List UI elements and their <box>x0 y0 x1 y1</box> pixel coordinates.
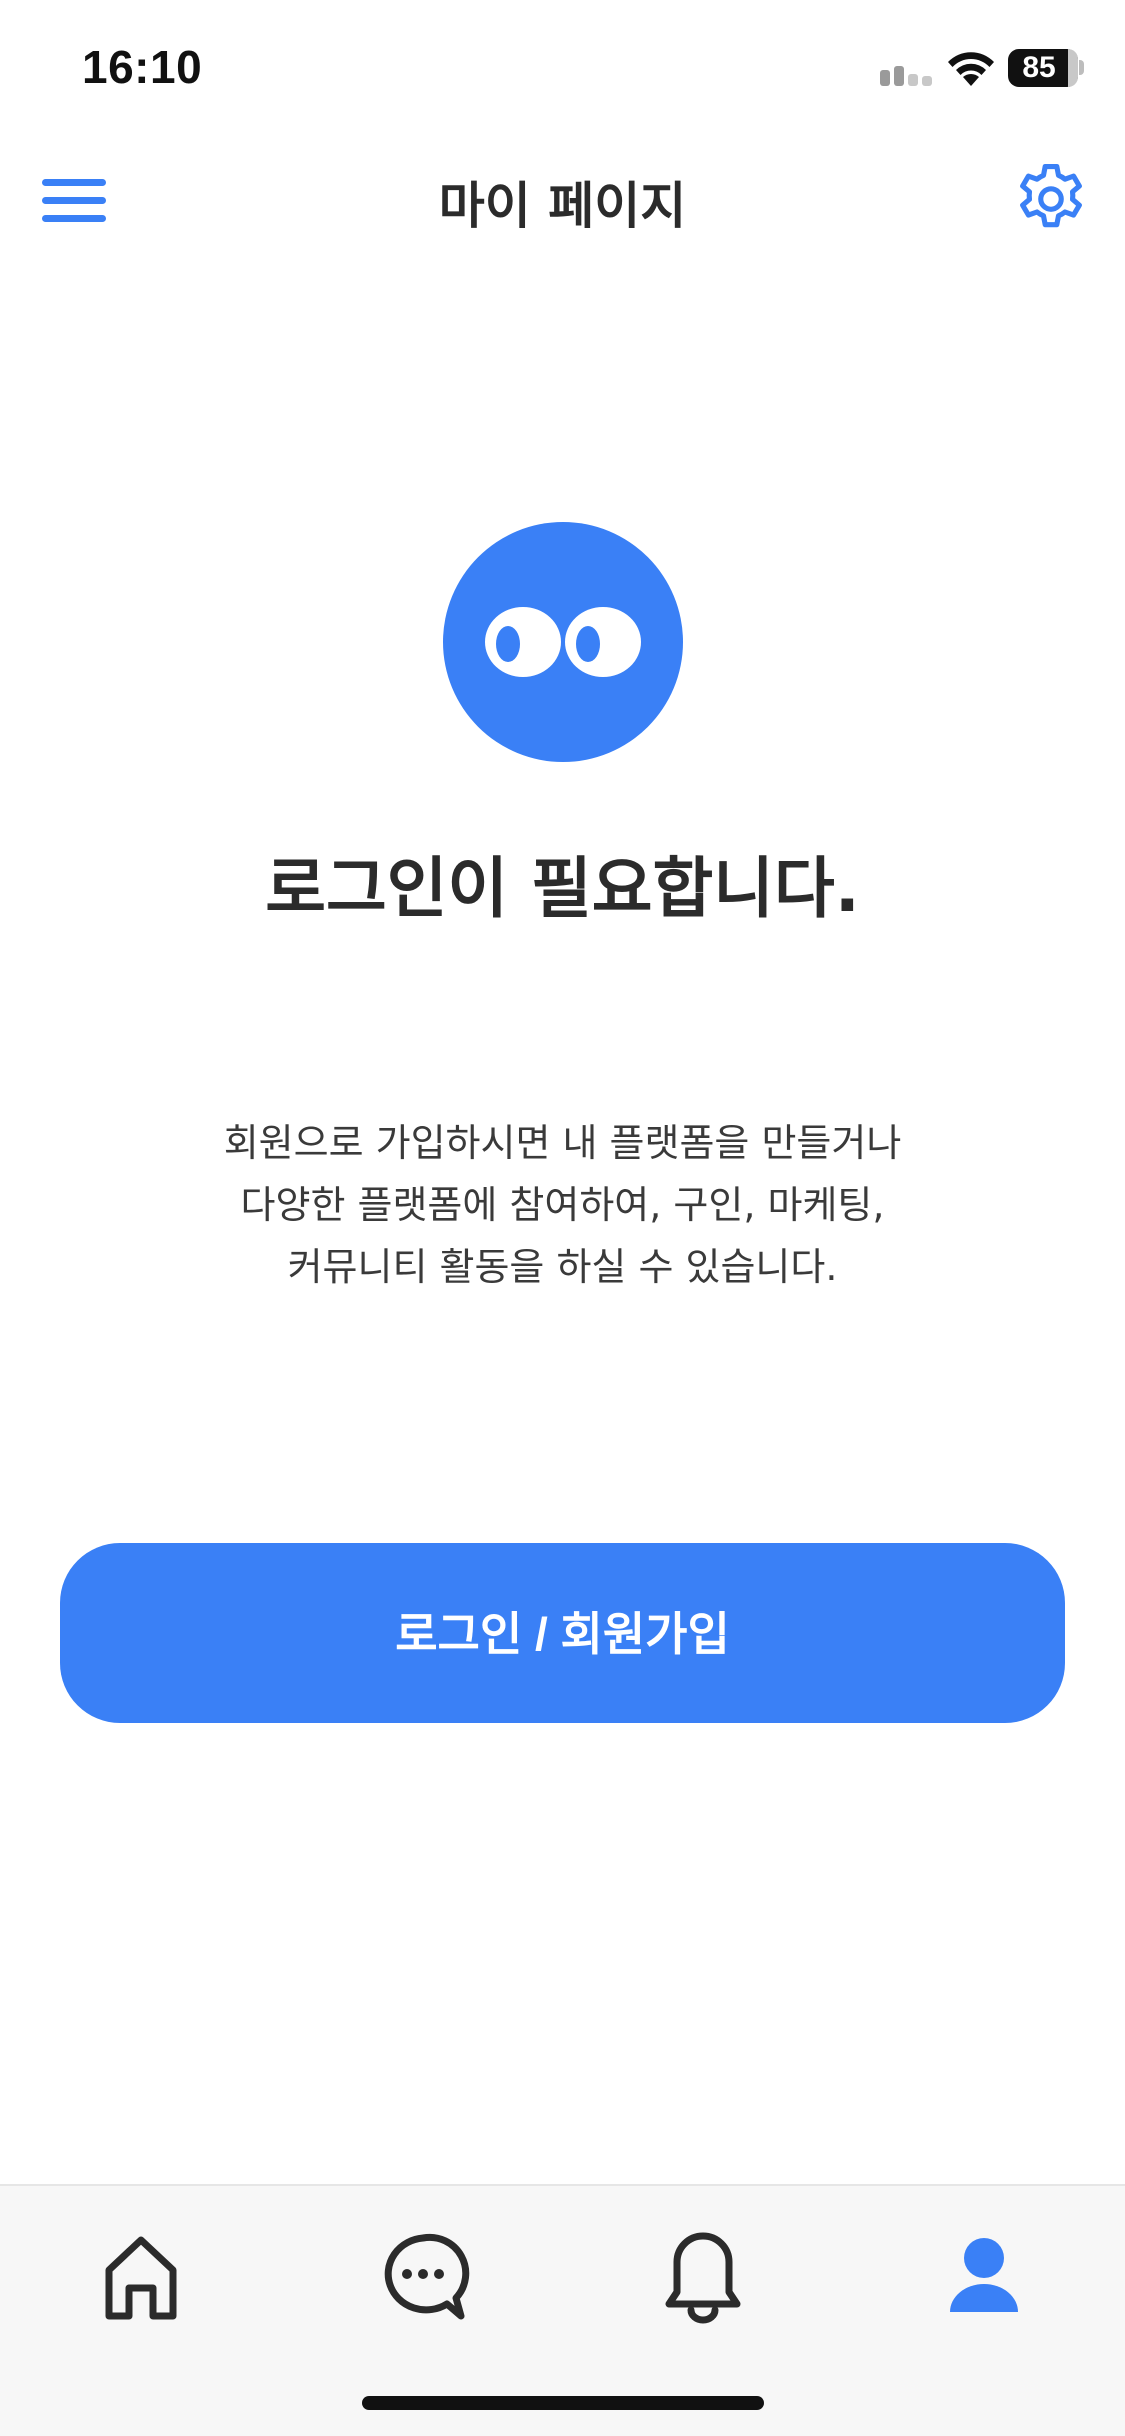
description: 회원으로 가입하시면 내 플랫폼을 만들거나 다양한 플랫폼에 참여하여, 구인… <box>60 1112 1065 1298</box>
bell-icon <box>665 2232 741 2324</box>
profile-icon <box>950 2238 1018 2312</box>
header: 마이 페이지 <box>0 140 1125 260</box>
description-line-3: 커뮤니티 활동을 하실 수 있습니다. <box>287 1245 838 1289</box>
tab-notifications[interactable] <box>643 2216 763 2336</box>
tab-home[interactable] <box>81 2216 201 2336</box>
tab-chat[interactable] <box>363 2216 483 2336</box>
home-icon <box>105 2236 177 2320</box>
wifi-icon <box>948 52 994 86</box>
cellular-signal-icon <box>880 66 932 86</box>
battery-level: 85 <box>1022 51 1056 84</box>
battery-cap <box>1079 60 1084 75</box>
eyes-mascot-icon <box>443 522 683 762</box>
status-bar: 16:10 85 <box>0 0 1125 130</box>
status-time: 16:10 <box>82 41 203 93</box>
description-line-1: 회원으로 가입하시면 내 플랫폼을 만들거나 <box>223 1121 902 1165</box>
home-indicator <box>362 2396 764 2410</box>
chat-icon <box>384 2233 470 2320</box>
login-signup-button[interactable]: 로그인 / 회원가입 <box>60 1543 1065 1723</box>
battery-icon: 85 <box>1008 49 1078 87</box>
description-line-2: 다양한 플랫폼에 참여하여, 구인, 마케팅, <box>240 1183 885 1227</box>
login-required-heading: 로그인이 필요합니다. <box>265 850 860 927</box>
tab-profile[interactable] <box>924 2216 1044 2336</box>
gear-icon[interactable] <box>1010 158 1092 240</box>
page-title: 마이 페이지 <box>438 177 687 235</box>
